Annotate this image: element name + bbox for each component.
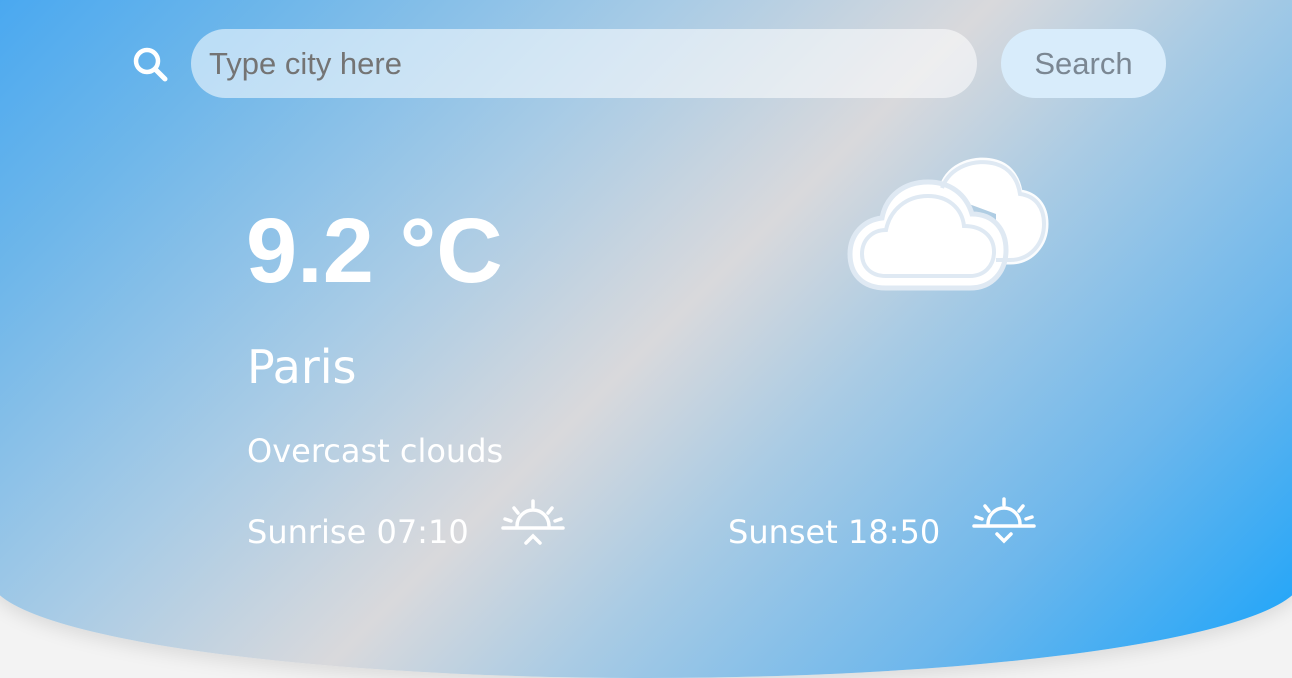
city-search-input[interactable]	[191, 29, 977, 98]
weather-app: Search 9.2 °C Paris Overcast clouds Sunr…	[0, 0, 1292, 678]
search-bar: Search	[130, 29, 1166, 98]
search-button[interactable]: Search	[1001, 29, 1166, 98]
sunrise-icon	[500, 498, 565, 556]
search-icon[interactable]	[130, 44, 170, 84]
weather-description: Overcast clouds	[247, 432, 504, 470]
cloud-icon	[846, 154, 1050, 294]
sunset-info: Sunset 18:50	[728, 497, 1036, 554]
sunrise-label: Sunrise 07:10	[247, 513, 469, 551]
sunset-label: Sunset 18:50	[728, 513, 941, 551]
city-name: Paris	[247, 340, 357, 394]
sunrise-info: Sunrise 07:10	[247, 499, 565, 556]
sunset-icon	[972, 496, 1036, 554]
weather-panel-background	[0, 0, 1292, 678]
temperature-value: 9.2 °C	[246, 200, 503, 302]
